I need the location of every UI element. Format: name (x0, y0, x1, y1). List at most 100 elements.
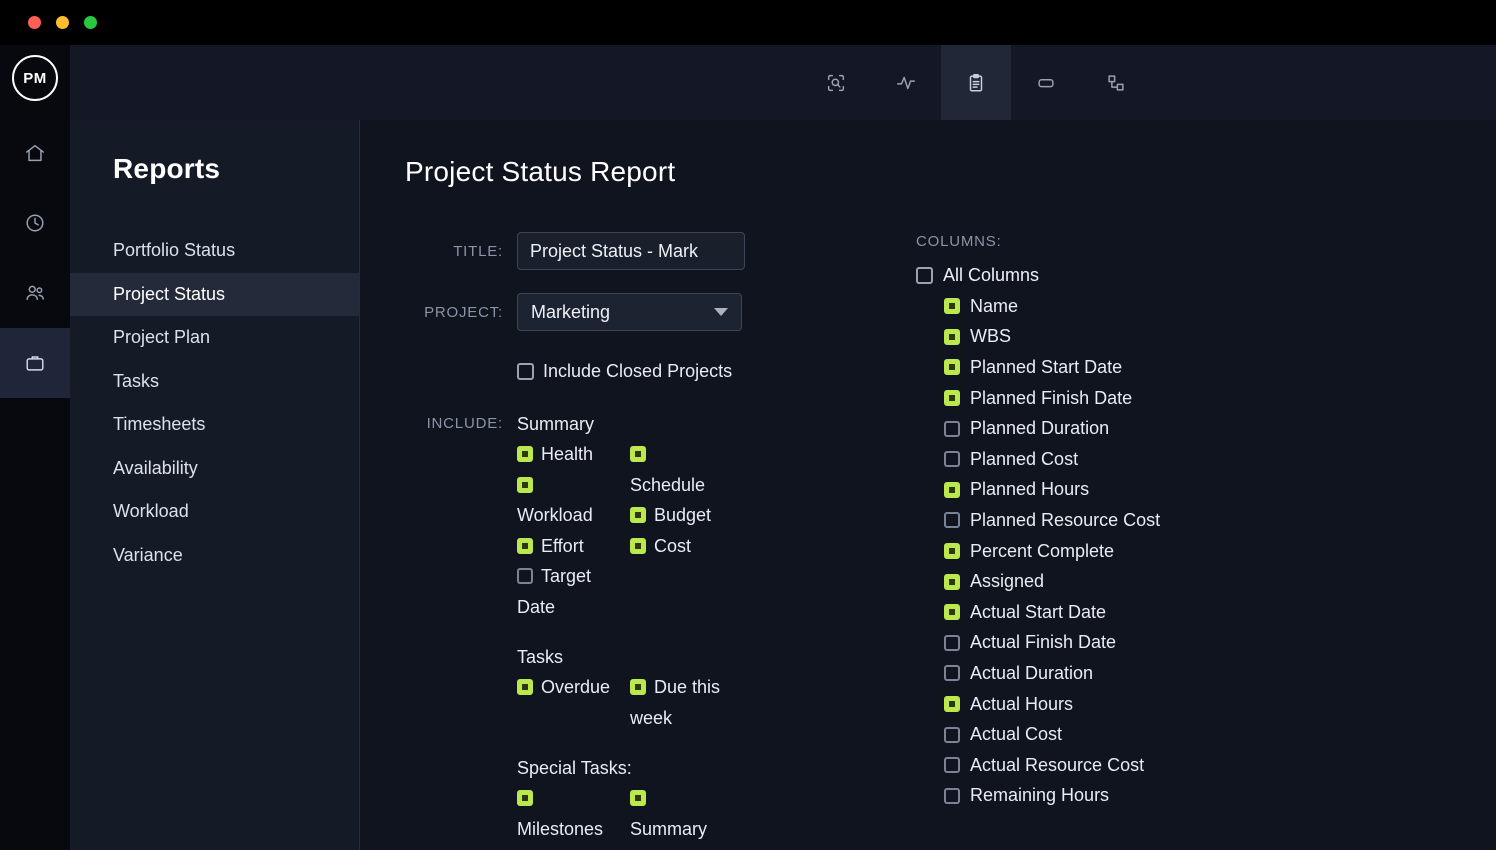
include-groups: Summary Health Workload Effort Target Da… (517, 409, 743, 850)
column-option-actual-cost[interactable]: Actual Cost (944, 719, 1160, 750)
cost-checkbox[interactable] (630, 538, 646, 554)
column-option-name[interactable]: Name (944, 291, 1160, 322)
include-option-due-this-week[interactable]: Due this week (630, 672, 727, 733)
rail-item-home[interactable] (0, 118, 70, 188)
include-option-target-date[interactable]: Target Date (517, 561, 614, 622)
include-option-label: Budget (654, 505, 711, 525)
budget-checkbox[interactable] (630, 507, 646, 523)
rail-item-history[interactable] (0, 188, 70, 258)
column-checkbox[interactable] (944, 604, 960, 620)
report-list: Portfolio Status Project Status Project … (70, 229, 359, 577)
topbar-item-workflow[interactable] (1081, 45, 1151, 120)
topbar-item-reports[interactable] (941, 45, 1011, 120)
report-item-tasks[interactable]: Tasks (70, 360, 359, 404)
include-group-summary: Summary Health Workload Effort Target Da… (517, 409, 743, 622)
column-option-planned-cost[interactable]: Planned Cost (944, 444, 1160, 475)
column-checkbox[interactable] (944, 757, 960, 773)
column-option-planned-resource-cost[interactable]: Planned Resource Cost (944, 505, 1160, 536)
report-item-project-status[interactable]: Project Status (70, 273, 359, 317)
include-option-effort[interactable]: Effort (517, 531, 614, 562)
column-option-percent-complete[interactable]: Percent Complete (944, 536, 1160, 567)
milestones-checkbox[interactable] (517, 790, 533, 806)
close-window-button[interactable] (28, 16, 41, 29)
include-option-overdue[interactable]: Overdue (517, 672, 614, 703)
column-option-actual-hours[interactable]: Actual Hours (944, 689, 1160, 720)
topbar-item-activity[interactable] (871, 45, 941, 120)
column-option-actual-resource-cost[interactable]: Actual Resource Cost (944, 750, 1160, 781)
column-checkbox[interactable] (944, 665, 960, 681)
report-title-input[interactable] (517, 232, 745, 270)
project-select[interactable]: Marketing (517, 293, 742, 331)
column-checkbox[interactable] (944, 512, 960, 528)
all-columns-row[interactable]: All Columns (916, 265, 1160, 286)
include-group-tasks: Tasks Overdue Due this week (517, 642, 743, 733)
zoom-window-button[interactable] (84, 16, 97, 29)
column-option-planned-start-date[interactable]: Planned Start Date (944, 352, 1160, 383)
column-option-planned-hours[interactable]: Planned Hours (944, 475, 1160, 506)
report-clipboard-icon (965, 72, 987, 94)
column-label: Actual Cost (970, 724, 1062, 745)
content-area: Reports Portfolio Status Project Status … (70, 120, 1496, 850)
report-item-workload[interactable]: Workload (70, 490, 359, 534)
effort-checkbox[interactable] (517, 538, 533, 554)
column-checkbox[interactable] (944, 390, 960, 406)
include-option-cost[interactable]: Cost (630, 531, 727, 562)
rail-item-team[interactable] (0, 258, 70, 328)
column-checkbox[interactable] (944, 788, 960, 804)
column-option-actual-duration[interactable]: Actual Duration (944, 658, 1160, 689)
app-logo[interactable]: PM (12, 55, 58, 101)
column-option-planned-finish-date[interactable]: Planned Finish Date (944, 383, 1160, 414)
include-option-health[interactable]: Health (517, 439, 614, 470)
column-checkbox[interactable] (944, 451, 960, 467)
column-option-actual-finish-date[interactable]: Actual Finish Date (944, 628, 1160, 659)
health-checkbox[interactable] (517, 446, 533, 462)
schedule-checkbox[interactable] (630, 446, 646, 462)
app-logo-text: PM (23, 70, 47, 87)
report-item-project-plan[interactable]: Project Plan (70, 316, 359, 360)
workload-checkbox[interactable] (517, 477, 533, 493)
column-checkbox[interactable] (944, 635, 960, 651)
column-checkbox[interactable] (944, 574, 960, 590)
column-option-wbs[interactable]: WBS (944, 322, 1160, 353)
include-label: INCLUDE: (405, 415, 503, 432)
report-item-availability[interactable]: Availability (70, 447, 359, 491)
report-item-timesheets[interactable]: Timesheets (70, 403, 359, 447)
column-label: Planned Duration (970, 418, 1109, 439)
include-option-summary-tasks[interactable]: Summary (630, 783, 727, 844)
all-columns-checkbox[interactable] (916, 267, 933, 284)
column-checkbox[interactable] (944, 359, 960, 375)
rail-item-projects[interactable] (0, 328, 70, 398)
column-checkbox[interactable] (944, 421, 960, 437)
column-checkbox[interactable] (944, 543, 960, 559)
target-date-checkbox[interactable] (517, 568, 533, 584)
include-option-milestones[interactable]: Milestones (517, 783, 614, 844)
column-option-remaining-hours[interactable]: Remaining Hours (944, 781, 1160, 812)
column-checkbox[interactable] (944, 482, 960, 498)
summary-tasks-checkbox[interactable] (630, 790, 646, 806)
column-checkbox[interactable] (944, 727, 960, 743)
column-option-actual-start-date[interactable]: Actual Start Date (944, 597, 1160, 628)
include-group-heading: Summary (517, 409, 743, 439)
column-checkbox[interactable] (944, 298, 960, 314)
report-form: TITLE: PROJECT: Marketing (405, 232, 825, 850)
column-checkbox[interactable] (944, 696, 960, 712)
project-row: PROJECT: Marketing (405, 293, 825, 331)
column-label: Assigned (970, 571, 1044, 592)
minimize-window-button[interactable] (56, 16, 69, 29)
column-checkbox[interactable] (944, 329, 960, 345)
report-item-portfolio-status[interactable]: Portfolio Status (70, 229, 359, 273)
column-option-assigned[interactable]: Assigned (944, 566, 1160, 597)
include-option-schedule[interactable]: Schedule (630, 439, 727, 500)
include-closed-checkbox[interactable] (517, 363, 534, 380)
overdue-checkbox[interactable] (517, 679, 533, 695)
due-this-week-checkbox[interactable] (630, 679, 646, 695)
chevron-down-icon (714, 308, 728, 316)
include-option-budget[interactable]: Budget (630, 500, 727, 531)
report-item-variance[interactable]: Variance (70, 534, 359, 578)
include-option-workload[interactable]: Workload (517, 470, 614, 531)
topbar-item-zoom-search[interactable] (801, 45, 871, 120)
topbar-item-card[interactable] (1011, 45, 1081, 120)
column-option-planned-duration[interactable]: Planned Duration (944, 413, 1160, 444)
column-label: Percent Complete (970, 541, 1114, 562)
reports-panel-title: Reports (113, 153, 359, 185)
